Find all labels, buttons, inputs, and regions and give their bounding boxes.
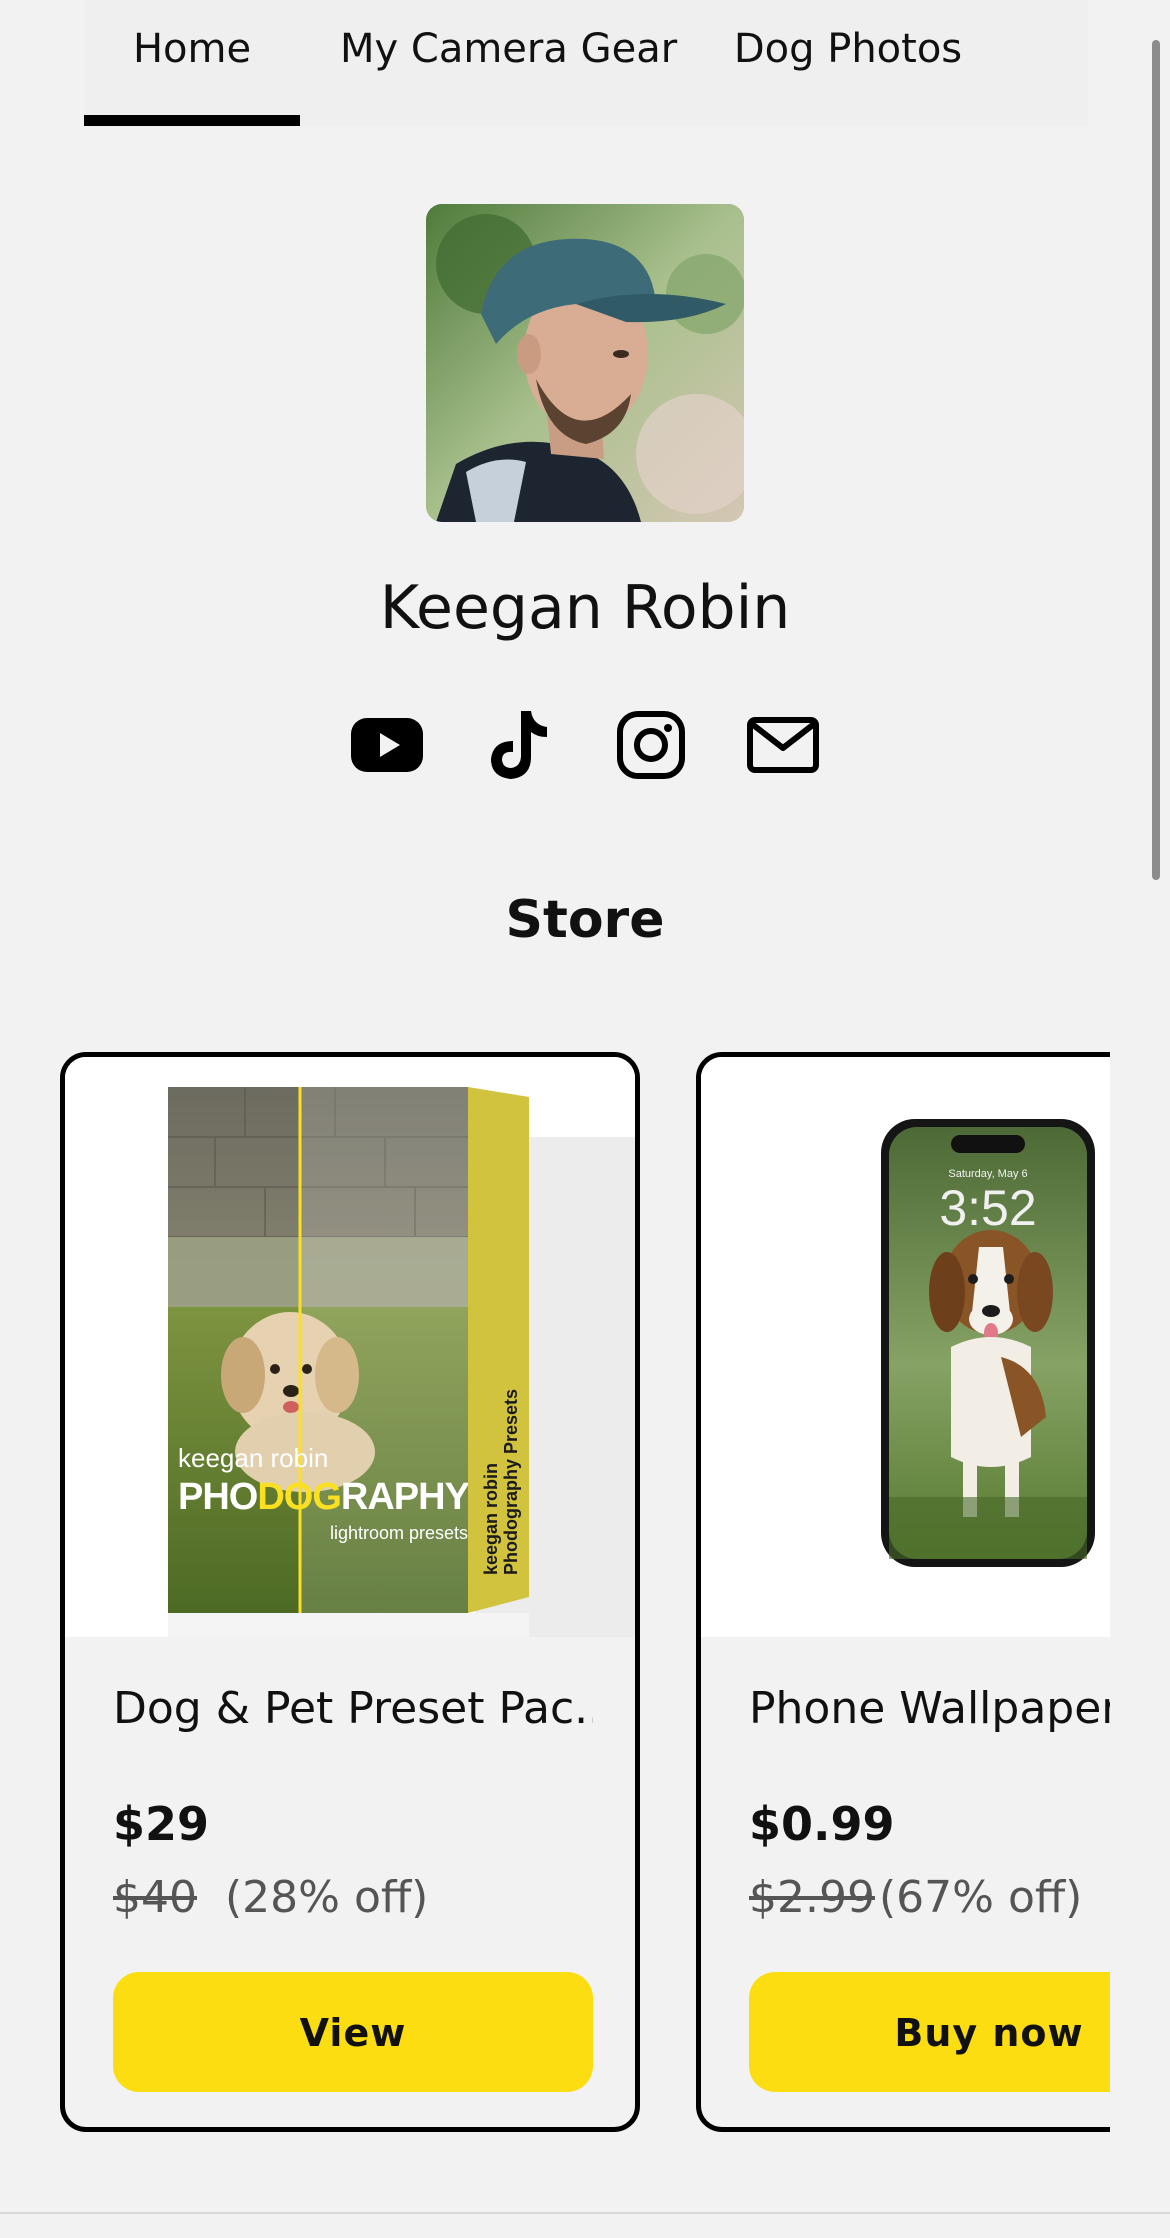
tab-dog-photos[interactable]: Dog Photos bbox=[730, 22, 966, 76]
svg-text:Saturday, May 6: Saturday, May 6 bbox=[948, 1168, 1027, 1180]
product-price: $29 bbox=[113, 1797, 210, 1851]
buy-now-button[interactable]: Buy now bbox=[749, 1972, 1110, 2092]
scrollbar[interactable] bbox=[1152, 40, 1160, 880]
mail-icon[interactable] bbox=[744, 706, 822, 784]
product-carousel[interactable]: keegan robin PHODOGRAPHY lightroom prese… bbox=[60, 1052, 1110, 2142]
product-discount: (28% off) bbox=[225, 1872, 429, 1923]
store-heading: Store bbox=[505, 890, 665, 950]
product-price: $0.99 bbox=[749, 1797, 895, 1851]
tiktok-icon[interactable] bbox=[480, 706, 558, 784]
svg-text:Phodography Presets: Phodography Presets bbox=[501, 1389, 521, 1575]
view-button[interactable]: View bbox=[113, 1972, 593, 2092]
product-card[interactable]: keegan robin PHODOGRAPHY lightroom prese… bbox=[60, 1052, 640, 2132]
svg-text:3:52: 3:52 bbox=[939, 1180, 1036, 1236]
product-card[interactable]: Saturday, May 6 3:52 Phone Wallpaper $0.… bbox=[696, 1052, 1110, 2132]
product-discount: (67% off) bbox=[879, 1872, 1083, 1923]
svg-text:lightroom presets: lightroom presets bbox=[330, 1523, 468, 1543]
product-image-preset-box: keegan robin PHODOGRAPHY lightroom prese… bbox=[65, 1057, 635, 1637]
svg-text:keegan robin: keegan robin bbox=[481, 1463, 501, 1575]
tab-home[interactable]: Home bbox=[84, 22, 300, 76]
active-tab-indicator bbox=[84, 115, 300, 126]
instagram-icon[interactable] bbox=[612, 706, 690, 784]
product-title[interactable]: Dog & Pet Preset Pac... bbox=[113, 1683, 593, 1734]
youtube-icon[interactable] bbox=[348, 706, 426, 784]
product-original-price: $2.99 bbox=[749, 1872, 875, 1923]
svg-text:PHODOGRAPHY: PHODOGRAPHY bbox=[178, 1476, 470, 1518]
preset-brand-text: keegan robin bbox=[178, 1443, 328, 1473]
avatar bbox=[426, 204, 744, 522]
profile-name: Keegan Robin bbox=[379, 573, 791, 643]
product-title[interactable]: Phone Wallpaper bbox=[749, 1683, 1110, 1734]
divider bbox=[0, 2212, 1170, 2214]
product-image-phone: Saturday, May 6 3:52 bbox=[701, 1057, 1110, 1637]
tab-my-camera-gear[interactable]: My Camera Gear bbox=[340, 22, 677, 76]
product-original-price: $40 bbox=[113, 1872, 197, 1923]
avatar-portrait bbox=[426, 204, 744, 522]
